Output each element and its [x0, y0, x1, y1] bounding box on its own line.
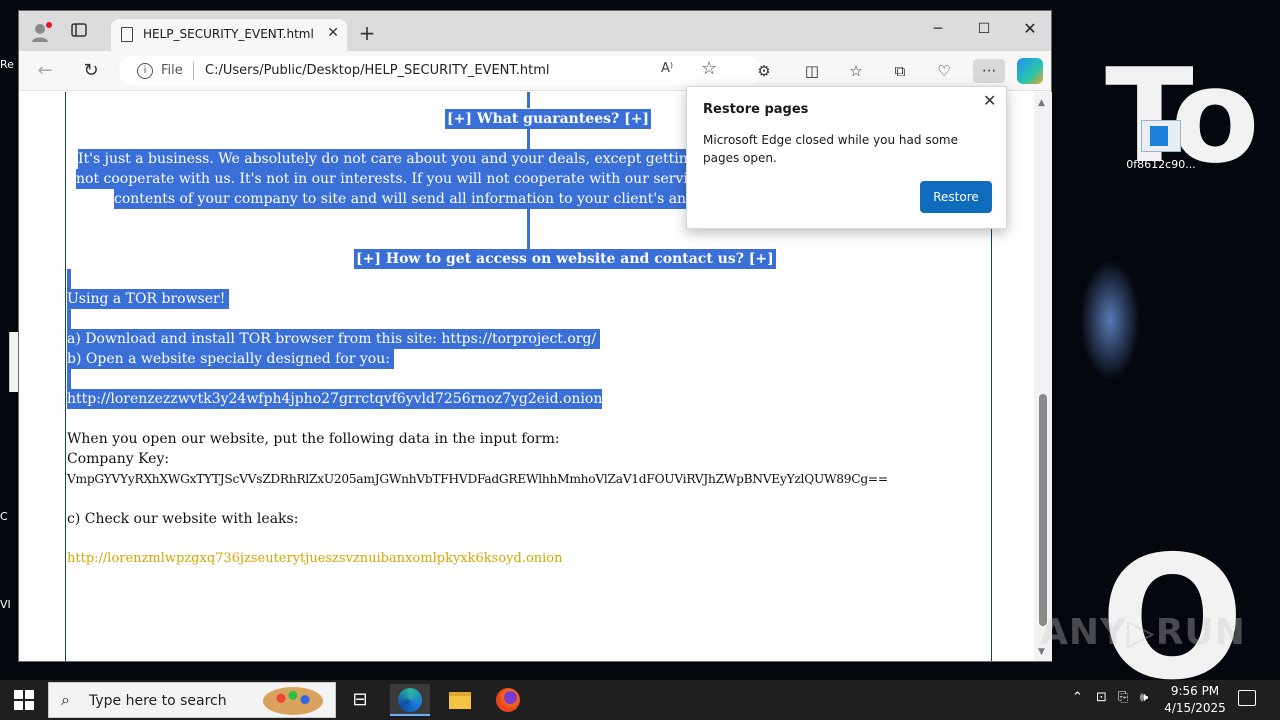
popup-message: Microsoft Edge closed while you had some…: [703, 133, 958, 165]
toolbar: ← ↻ i File C:/Users/Public/Desktop/HELP_…: [19, 51, 1051, 91]
network-icon[interactable]: ⎘: [1118, 690, 1128, 705]
restore-button[interactable]: Restore: [920, 181, 992, 213]
profile-icon[interactable]: [29, 21, 53, 45]
step-a-text: a) Download and install TOR browser from…: [67, 329, 601, 349]
notification-icon[interactable]: [1238, 690, 1256, 706]
file-explorer-icon[interactable]: [440, 684, 480, 716]
vertical-scrollbar[interactable]: ▲ ▼: [1034, 92, 1052, 661]
read-aloud-icon[interactable]: A⁾: [661, 61, 673, 76]
heading-guarantees: [+] What guarantees? [+]: [445, 109, 652, 129]
scrollbar-thumb[interactable]: [1039, 394, 1047, 626]
company-key-value: VmpGYVYyRXhXWGxTYTJScVVsZDRhRlZxU205amJG…: [67, 472, 888, 486]
clock-time: 9:56 PM: [1170, 684, 1220, 698]
file-scheme-label: File: [161, 63, 183, 78]
show-hidden-icons-chevron-icon[interactable]: ⌃: [1072, 690, 1083, 705]
instruction-text: When you open our website, put the follo…: [67, 431, 560, 447]
tab-title: HELP_SECURITY_EVENT.html: [143, 27, 314, 41]
edge-taskbar-icon[interactable]: [390, 684, 430, 716]
anyrun-watermark: ANY▷RUN: [1040, 612, 1246, 653]
tab-bar: HELP_SECURITY_EVENT.html ✕ + ─ ☐ ✕: [19, 11, 1051, 51]
desktop-file-label: 0f8612c90...: [1126, 158, 1196, 171]
onion-link-1[interactable]: http://lorenzezzwvtk3y24wfph4jpho27grrct…: [67, 389, 603, 409]
split-screen-icon[interactable]: ◫: [799, 59, 825, 83]
selection-bar: [527, 209, 530, 249]
close-tab-icon[interactable]: ✕: [327, 25, 339, 41]
paint-palette-icon: [263, 687, 323, 715]
step-b-text: b) Open a website specially designed for…: [67, 349, 394, 369]
close-window-button[interactable]: ✕: [1007, 15, 1053, 43]
taskbar: ⌕ Type here to search ⊟ ⌃ ⊡ ⎘ 🕪 9:56 PM …: [0, 680, 1280, 720]
url-text[interactable]: C:/Users/Public/Desktop/HELP_SECURITY_EV…: [205, 63, 550, 78]
file-icon: [1141, 120, 1181, 152]
selection-bar: [527, 129, 530, 149]
volume-icon[interactable]: 🕪: [1140, 690, 1148, 705]
extensions-icon[interactable]: ⚙: [751, 59, 777, 83]
company-key-label: Company Key:: [67, 451, 170, 467]
back-arrow-icon[interactable]: ←: [33, 59, 57, 83]
divider: [193, 62, 194, 80]
copilot-icon[interactable]: [1017, 58, 1043, 84]
refresh-icon[interactable]: ↻: [79, 59, 103, 83]
favorites-icon[interactable]: ☆: [843, 59, 869, 83]
firefox-icon[interactable]: [488, 684, 528, 716]
heading-access: [+] How to get access on website and con…: [354, 249, 776, 269]
selection-bar: [67, 369, 71, 389]
desktop-file-icon[interactable]: 0f8612c90...: [1126, 120, 1196, 171]
document-icon: [121, 27, 133, 42]
background-blotch: [1080, 260, 1140, 380]
restore-pages-popup: Restore pages Microsoft Edge closed whil…: [686, 86, 1007, 229]
onion-link-2[interactable]: http://lorenzmlwpzgxq736jzseuterytjueszs…: [67, 549, 563, 569]
desktop-left-label: C: [0, 510, 8, 523]
step-c-text: c) Check our website with leaks:: [67, 511, 299, 527]
close-popup-icon[interactable]: ✕: [983, 91, 996, 110]
clock-date: 4/15/2025: [1164, 701, 1226, 715]
wallpaper-text: O: [1100, 520, 1245, 680]
selection-bar: [67, 309, 71, 329]
scroll-up-arrow-icon[interactable]: ▲: [1038, 98, 1045, 108]
task-view-icon[interactable]: ⊟: [340, 684, 380, 716]
taskbar-search-box[interactable]: ⌕ Type here to search: [48, 682, 336, 718]
popup-title: Restore pages: [703, 102, 809, 117]
windows-start-icon[interactable]: [14, 690, 34, 710]
maximize-button[interactable]: ☐: [961, 15, 1007, 43]
desktop-left-label: VI: [0, 598, 11, 611]
info-icon[interactable]: i: [137, 63, 153, 79]
system-clock[interactable]: 9:56 PM 4/15/2025: [1160, 683, 1230, 717]
minimize-button[interactable]: ─: [915, 15, 961, 43]
search-icon: ⌕: [61, 690, 70, 709]
more-options-icon[interactable]: ···: [973, 59, 1005, 83]
device-icon[interactable]: ⊡: [1096, 690, 1107, 705]
collections-icon[interactable]: ⧉: [887, 59, 913, 83]
using-tor-text: Using a TOR browser!: [67, 289, 230, 309]
selection-bar: [527, 92, 530, 108]
browser-essentials-icon[interactable]: ♡: [931, 59, 957, 83]
search-placeholder: Type here to search: [89, 693, 227, 709]
new-tab-button[interactable]: +: [355, 21, 379, 45]
favorite-star-icon[interactable]: ☆: [701, 58, 717, 79]
wallpaper-edge: r: [0, 290, 18, 418]
tab-help-security-event[interactable]: HELP_SECURITY_EVENT.html ✕: [111, 19, 347, 51]
address-bar[interactable]: i File C:/Users/Public/Desktop/HELP_SECU…: [119, 56, 761, 86]
tab-actions-icon[interactable]: [67, 21, 91, 45]
desktop-left-label: Re: [0, 58, 14, 71]
selection-bar: [67, 269, 71, 289]
